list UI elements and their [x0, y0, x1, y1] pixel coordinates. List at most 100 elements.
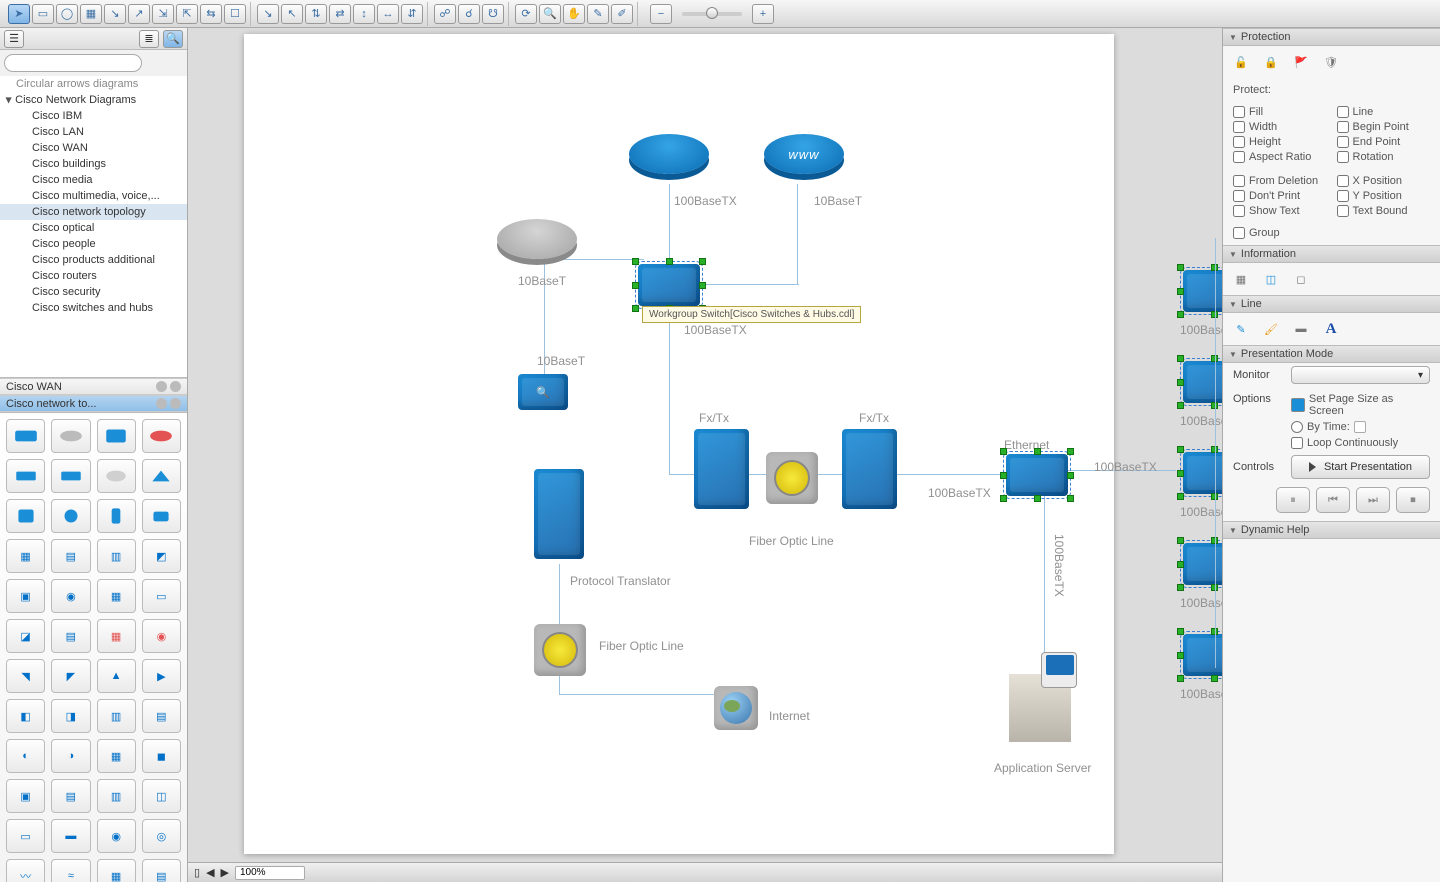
tree-item[interactable]: Cisco IBM — [0, 108, 187, 124]
chk-textbound[interactable]: Text Bound — [1337, 205, 1431, 217]
protect-icon-shield[interactable]: 🛡 — [1321, 52, 1341, 72]
shape-item[interactable]: ▭ — [142, 579, 181, 613]
shape-item[interactable]: ◧ — [6, 699, 45, 733]
workgroup-switch-selected[interactable] — [638, 264, 700, 306]
fiber-node[interactable] — [766, 452, 818, 504]
shape-item[interactable] — [97, 459, 136, 493]
tab-close-icon[interactable] — [170, 398, 181, 409]
tree-item[interactable]: Cisco media — [0, 172, 187, 188]
page-nav-icon[interactable]: ▯ — [194, 866, 200, 879]
tool-edit[interactable]: ✐ — [611, 4, 633, 24]
shape-item[interactable] — [142, 459, 181, 493]
library-tab-topology[interactable]: Cisco network to... — [0, 395, 187, 412]
tool-conn2[interactable]: ↗ — [128, 4, 150, 24]
tool-table[interactable]: ▦ — [80, 4, 102, 24]
shape-item[interactable]: ◼ — [142, 739, 181, 773]
tool-d1[interactable]: ☍ — [434, 4, 456, 24]
section-presentation[interactable]: Presentation Mode — [1223, 345, 1440, 363]
tree-item[interactable]: Cisco multimedia, voice,... — [0, 188, 187, 204]
shape-item[interactable]: ◐ — [6, 739, 45, 773]
shape-item[interactable]: ▦ — [97, 739, 136, 773]
chk-line[interactable]: Line — [1337, 106, 1431, 118]
tool-arrow-d[interactable]: ⇄ — [329, 4, 351, 24]
router-grey[interactable] — [497, 219, 577, 259]
chk-deletion[interactable]: From Deletion — [1233, 175, 1327, 187]
switch-stack-2[interactable] — [1183, 361, 1222, 403]
chk-width[interactable]: Width — [1233, 121, 1327, 133]
shape-item[interactable]: ◉ — [51, 579, 90, 613]
switch-stack-1[interactable] — [1183, 270, 1222, 312]
info-icon-1[interactable]: ▦ — [1231, 269, 1251, 289]
tool-zoom[interactable]: 🔍 — [539, 4, 561, 24]
section-line[interactable]: Line — [1223, 295, 1440, 313]
shape-item[interactable]: ▲ — [97, 659, 136, 693]
library-view-icon[interactable]: ☰ — [4, 30, 24, 48]
shape-item[interactable]: ▭ — [6, 819, 45, 853]
tree-item[interactable]: Cisco people — [0, 236, 187, 252]
by-time-input[interactable] — [1354, 421, 1366, 433]
library-tab-wan[interactable]: Cisco WAN — [0, 378, 187, 395]
tool-align-a[interactable]: ↕ — [353, 4, 375, 24]
tool-arrow-c[interactable]: ⇅ — [305, 4, 327, 24]
monitor-select[interactable]: ▾ — [1291, 366, 1430, 384]
shape-item[interactable]: ◪ — [6, 619, 45, 653]
tree-item[interactable]: Cisco switches and hubs — [0, 300, 187, 316]
shape-item[interactable] — [97, 419, 136, 453]
shape-item[interactable]: ▤ — [142, 699, 181, 733]
shape-item[interactable]: ▬ — [51, 819, 90, 853]
chk-height[interactable]: Height — [1233, 136, 1327, 148]
library-tree[interactable]: Circular arrows diagrams Cisco Network D… — [0, 76, 187, 377]
chk-set-page[interactable]: Set Page Size as Screen — [1291, 393, 1430, 417]
start-presentation-button[interactable]: Start Presentation — [1291, 455, 1430, 479]
chk-showtext[interactable]: Show Text — [1233, 205, 1327, 217]
zoom-out-icon[interactable]: − — [650, 4, 672, 24]
tab-dock-icon[interactable] — [156, 398, 167, 409]
tool-d2[interactable]: ☌ — [458, 4, 480, 24]
tool-ellipse[interactable]: ◯ — [56, 4, 78, 24]
chk-endpt[interactable]: End Point — [1337, 136, 1431, 148]
router-blue[interactable] — [629, 134, 709, 174]
shape-item[interactable] — [51, 499, 90, 533]
protocol-translator[interactable] — [534, 469, 584, 559]
shape-item[interactable]: ▥ — [97, 779, 136, 813]
zoom-in-icon[interactable]: + — [752, 4, 774, 24]
shape-item[interactable]: ≈ — [51, 859, 90, 882]
tab-dock-icon[interactable] — [156, 381, 167, 392]
tool-d3[interactable]: ☋ — [482, 4, 504, 24]
search-box-device[interactable]: 🔍 — [518, 374, 568, 410]
shape-item[interactable]: ◩ — [142, 539, 181, 573]
shape-item[interactable] — [51, 459, 90, 493]
shape-item[interactable] — [97, 499, 136, 533]
search-icon[interactable]: 🔍 — [163, 30, 183, 48]
ethernet-switch[interactable] — [1006, 454, 1068, 496]
shape-item[interactable]: ▦ — [6, 539, 45, 573]
tree-item[interactable]: Cisco optical — [0, 220, 187, 236]
protect-icon-unlock[interactable]: 🔓 — [1231, 52, 1251, 72]
prev-button[interactable]: ⏮ — [1316, 487, 1350, 513]
shape-item[interactable]: ▤ — [51, 619, 90, 653]
tool-page[interactable]: ☐ — [224, 4, 246, 24]
pause-button[interactable]: ⏸ — [1276, 487, 1310, 513]
chk-beginpt[interactable]: Begin Point — [1337, 121, 1431, 133]
stop-button[interactable]: ⏹ — [1396, 487, 1430, 513]
diagram-canvas[interactable]: 100BaseTX www 10BaseT 10BaseT Workgroup … — [188, 28, 1222, 862]
shape-item[interactable] — [6, 499, 45, 533]
shape-item[interactable]: ◉ — [142, 619, 181, 653]
library-search-input[interactable] — [4, 54, 142, 72]
next-button[interactable]: ⏭ — [1356, 487, 1390, 513]
tool-conn1[interactable]: ↘ — [104, 4, 126, 24]
shape-item[interactable] — [6, 419, 45, 453]
line-icon-brush[interactable]: 🖌 — [1261, 319, 1281, 339]
tree-item[interactable]: Cisco security — [0, 284, 187, 300]
shape-item[interactable]: ◫ — [142, 779, 181, 813]
shape-item[interactable]: ▤ — [142, 859, 181, 882]
internet-globe[interactable] — [714, 686, 758, 730]
tool-pointer[interactable]: ➤ — [8, 4, 30, 24]
fiber-node-2[interactable] — [534, 624, 586, 676]
protect-icon-lock[interactable]: 🔒 — [1261, 52, 1281, 72]
shape-item[interactable]: ◑ — [51, 739, 90, 773]
shape-item[interactable] — [142, 499, 181, 533]
chk-rotation[interactable]: Rotation — [1337, 151, 1431, 163]
shape-item[interactable]: ◨ — [51, 699, 90, 733]
shape-item[interactable]: ◎ — [142, 819, 181, 853]
